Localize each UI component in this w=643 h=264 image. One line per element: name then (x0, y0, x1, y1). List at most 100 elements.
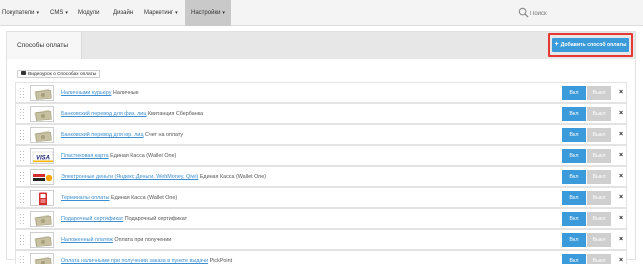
payment-method-name: Терминалы оплаты Единая Касса (Wallet On… (61, 188, 177, 208)
yandex-money-icon (30, 169, 54, 185)
delete-icon[interactable]: × (617, 212, 625, 226)
chevron-down-icon: ▾ (65, 10, 68, 16)
enable-button[interactable]: Вкл (562, 149, 586, 163)
drag-handle-icon[interactable] (20, 256, 26, 264)
disable-button[interactable]: Выкл (587, 149, 611, 163)
disable-button[interactable]: Выкл (587, 128, 611, 142)
drag-handle-icon[interactable] (20, 214, 26, 225)
payment-method-name: Банковский перевод для юр. лиц Счет на о… (61, 125, 183, 145)
chevron-down-icon: ▾ (175, 10, 178, 16)
banknotes-icon (30, 127, 54, 143)
banknotes-icon (30, 106, 54, 122)
nav-item-settings[interactable]: Настройки ▾ (185, 0, 231, 26)
payment-methods-panel: Способы оплаты + Добавить способ оплаты В… (6, 31, 636, 264)
payment-method-name: Наличными курьеру Наличные (61, 83, 139, 103)
enable-button[interactable]: Вкл (562, 170, 586, 184)
list-item: Банковский перевод для физ. лиц Квитанци… (15, 103, 627, 124)
top-nav: Покупатели ▾ CMS ▾ Модули Дизайн Маркетинг… (0, 0, 643, 26)
payment-method-module: Единая Касса (Wallet One) (110, 153, 177, 159)
nav-label: Модули (78, 10, 100, 16)
list-item: Электронные деньги (Яндекс.Деньги, WebMo… (15, 166, 627, 187)
payment-method-link[interactable]: Пластиковая карта (61, 153, 109, 159)
nav-item-customers[interactable]: Покупатели ▾ (2, 0, 45, 26)
enable-button[interactable]: Вкл (562, 128, 586, 142)
nav-label: Дизайн (113, 10, 134, 16)
highlight-frame: + Добавить способ оплаты (548, 33, 633, 57)
payment-method-link[interactable]: Наличными курьеру (61, 90, 111, 96)
payment-method-module: PickPoint (209, 258, 233, 264)
delete-icon[interactable]: × (617, 86, 625, 100)
payment-method-link[interactable]: Банковский перевод для юр. лиц (61, 132, 144, 138)
payment-method-name: Электронные деньги (Яндекс.Деньги, WebMo… (61, 167, 266, 187)
nav-item-modules[interactable]: Модули (78, 0, 106, 26)
payment-method-name: Оплата наличными при получении заказа в … (61, 251, 232, 264)
enable-button[interactable]: Вкл (562, 86, 586, 100)
nav-item-design[interactable]: Дизайн (113, 0, 139, 26)
enable-button[interactable]: Вкл (562, 254, 586, 264)
enable-button[interactable]: Вкл (562, 191, 586, 205)
disable-button[interactable]: Выкл (587, 170, 611, 184)
banknotes-icon (30, 232, 54, 248)
tab-payment-methods[interactable]: Способы оплаты (7, 32, 82, 59)
payment-method-link[interactable]: Подарочный сертификат (61, 216, 123, 222)
list-item: Подарочный сертификат Подарочный сертифи… (15, 208, 627, 229)
nav-label: Маркетинг (144, 10, 174, 16)
drag-handle-icon[interactable] (20, 172, 26, 183)
payment-method-module: Единая Касса (Wallet One) (110, 195, 178, 201)
payment-method-link[interactable]: Наложенный платеж (61, 237, 113, 243)
enable-button[interactable]: Вкл (562, 212, 586, 226)
enable-button[interactable]: Вкл (562, 233, 586, 247)
disable-button[interactable]: Выкл (587, 254, 611, 264)
drag-handle-icon[interactable] (20, 235, 26, 246)
disable-button[interactable]: Выкл (587, 86, 611, 100)
nav-label: Покупатели (2, 10, 35, 16)
payment-method-module: Квитанция Сбербанка (147, 111, 204, 117)
delete-icon[interactable]: × (617, 191, 625, 205)
add-payment-method-button[interactable]: + Добавить способ оплаты (552, 38, 629, 52)
payment-method-module: Подарочный сертификат (124, 216, 188, 222)
disable-button[interactable]: Выкл (587, 107, 611, 121)
delete-icon[interactable]: × (617, 254, 625, 264)
list-item: Банковский перевод для юр. лиц Счет на о… (15, 124, 627, 145)
nav-item-marketing[interactable]: Маркетинг ▾ (144, 0, 184, 26)
enable-button[interactable]: Вкл (562, 107, 586, 121)
delete-icon[interactable]: × (617, 170, 625, 184)
search-icon (518, 7, 529, 18)
drag-handle-icon[interactable] (20, 151, 26, 162)
chevron-down-icon: ▾ (222, 10, 225, 16)
payment-method-link[interactable]: Терминалы оплаты (61, 195, 109, 201)
delete-icon[interactable]: × (617, 107, 625, 121)
payment-method-module: Единая Касса (Wallet One) (199, 174, 267, 180)
payment-method-link[interactable]: Банковский перевод для физ. лиц (61, 111, 146, 117)
delete-icon[interactable]: × (617, 233, 625, 247)
drag-handle-icon[interactable] (20, 130, 26, 141)
search-input[interactable] (530, 8, 625, 19)
delete-icon[interactable]: × (617, 149, 625, 163)
payment-method-link[interactable]: Оплата наличными при получении заказа в … (61, 258, 208, 264)
payment-method-name: Подарочный сертификат Подарочный сертифи… (61, 209, 187, 229)
panel-header: Способы оплаты + Добавить способ оплаты (7, 32, 635, 59)
nav-label: Настройки (191, 10, 221, 16)
video-link-label: Видеоурок о Способах оплаты (28, 72, 97, 77)
list-item: VISA Пластиковая карта Единая Касса (Wal… (15, 145, 627, 166)
disable-button[interactable]: Выкл (587, 191, 611, 205)
drag-handle-icon[interactable] (20, 193, 26, 204)
nav-item-cms[interactable]: CMS ▾ (50, 0, 74, 26)
payment-method-link[interactable]: Электронные деньги (Яндекс.Деньги, WebMo… (61, 174, 198, 180)
list-item: Оплата наличными при получении заказа в … (15, 250, 627, 264)
visa-card-icon: VISA (30, 148, 54, 164)
nav-label: CMS (50, 10, 64, 16)
delete-icon[interactable]: × (617, 128, 625, 142)
video-tutorial-link[interactable]: Видеоурок о Способах оплаты (17, 70, 101, 78)
search-box[interactable] (518, 7, 628, 19)
disable-button[interactable]: Выкл (587, 233, 611, 247)
add-button-label: Добавить способ оплаты (560, 42, 627, 48)
drag-handle-icon[interactable] (20, 109, 26, 120)
payment-method-module: Счет на оплату (145, 132, 184, 138)
list-item: Наличными курьеру Наличные Вкл Выкл × (15, 82, 627, 103)
youtube-icon (21, 70, 26, 75)
payment-method-name: Наложенный платеж Оплата при получении (61, 230, 171, 250)
payment-method-module: Наличные (112, 90, 139, 96)
drag-handle-icon[interactable] (20, 88, 26, 99)
disable-button[interactable]: Выкл (587, 212, 611, 226)
